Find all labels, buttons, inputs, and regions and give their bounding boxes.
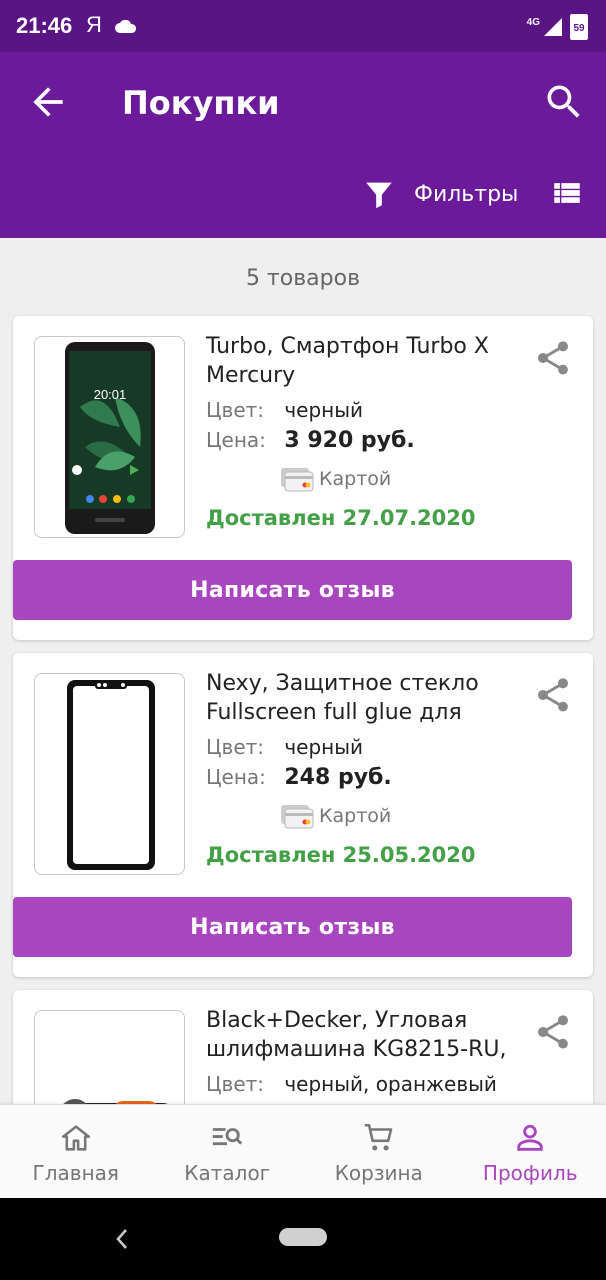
color-label: Цвет: (206, 398, 265, 422)
nav-profile-label: Профиль (482, 1161, 578, 1185)
share-button[interactable] (533, 675, 573, 715)
card-payment-icon (281, 805, 314, 829)
card-payment-icon (281, 468, 314, 492)
thumb-clock: 20:01 (94, 387, 127, 402)
home-icon (61, 1125, 90, 1151)
nav-catalog-label: Каталог (184, 1161, 271, 1185)
back-button[interactable] (26, 80, 70, 124)
nav-profile[interactable]: Профиль (455, 1105, 606, 1198)
arrow-back-icon (33, 87, 63, 117)
share-button[interactable] (533, 1012, 573, 1052)
color-value: черный (284, 398, 364, 422)
color-value: черный (284, 735, 364, 759)
page-title: Покупки (122, 84, 280, 122)
filter-icon (366, 182, 392, 209)
system-back-button[interactable] (110, 1224, 134, 1254)
purchase-card: Nexy, Защитное стекло Fullscreen full gl… (13, 653, 593, 977)
signal-icon (544, 18, 562, 36)
color-label: Цвет: (206, 735, 265, 759)
write-review-button[interactable]: Написать отзыв (13, 560, 572, 620)
color-value: черный, оранжевый (284, 1072, 497, 1096)
price-row: Цена: 248 руб. (206, 765, 392, 790)
system-home-button[interactable] (279, 1228, 327, 1246)
status-icons: 4G 59 (527, 14, 588, 40)
nav-cart[interactable]: Корзина (303, 1105, 455, 1198)
price-label: Цена: (206, 428, 266, 452)
purchase-card: 20:01 Turbo, Смартфон Turbo X Mercury Цв… (13, 316, 593, 640)
delivery-status: Доставлен 27.07.2020 (206, 506, 476, 530)
network-type: 4G (526, 16, 540, 28)
filter-label: Фильтры (414, 181, 519, 207)
payment-label: Картой (319, 805, 392, 827)
view-mode-button[interactable] (550, 176, 584, 210)
payment-method: Картой (279, 466, 391, 492)
system-navigation-bar (0, 1198, 606, 1280)
color-row: Цвет: черный (206, 735, 363, 759)
cart-icon (364, 1123, 393, 1151)
price-value: 3 920 руб. (284, 428, 415, 453)
status-yandex-letter: Я (86, 12, 102, 37)
chevron-left-icon (116, 1229, 127, 1249)
delivery-status: Доставлен 25.05.2020 (206, 843, 476, 867)
smartphone-image: 20:01 (65, 342, 155, 534)
product-image-screen-protector[interactable] (34, 673, 185, 875)
person-icon (517, 1124, 543, 1151)
color-label: Цвет: (206, 1072, 265, 1096)
search-button[interactable] (542, 80, 586, 124)
product-name[interactable]: Nexy, Защитное стекло Fullscreen full gl… (206, 669, 516, 727)
filter-button[interactable]: Фильтры (362, 172, 518, 216)
screen-protector-image (67, 680, 155, 870)
price-value: 248 руб. (284, 765, 392, 790)
color-row: Цвет: черный, оранжевый (206, 1072, 497, 1096)
share-icon (538, 678, 568, 712)
items-count: 5 товаров (245, 266, 361, 291)
payment-label: Картой (319, 468, 392, 490)
share-button[interactable] (533, 338, 573, 378)
payment-method: Картой (279, 803, 391, 829)
color-row: Цвет: черный (206, 398, 363, 422)
bottom-navigation: Главная Каталог Корзина Профиль (0, 1104, 606, 1198)
status-time: 21:46 (16, 13, 73, 38)
price-row: Цена: 3 920 руб. (206, 428, 415, 453)
share-icon (538, 341, 568, 375)
nav-home-label: Главная (32, 1161, 119, 1185)
nav-cart-label: Корзина (334, 1161, 423, 1185)
write-review-button[interactable]: Написать отзыв (13, 897, 572, 957)
status-yandex-indicator: Я (86, 12, 138, 38)
product-name[interactable]: Turbo, Смартфон Turbo X Mercury (206, 332, 516, 390)
product-name[interactable]: Black+Decker, Угловая шлифмашина KG8215-… (206, 1006, 516, 1064)
cloud-icon (115, 20, 137, 34)
battery-icon: 59 (570, 14, 588, 40)
catalog-search-icon (213, 1128, 243, 1146)
product-image-smartphone[interactable]: 20:01 (34, 336, 185, 538)
status-bar: 21:46 Я 4G 59 (0, 0, 606, 52)
share-icon (538, 1015, 568, 1049)
nav-catalog[interactable]: Каталог (152, 1105, 304, 1198)
app-bar: Покупки Фильтры (0, 52, 606, 238)
search-icon (547, 85, 580, 118)
battery-level: 59 (573, 23, 585, 34)
list-view-icon (554, 183, 580, 203)
nav-home[interactable]: Главная (0, 1105, 152, 1198)
price-label: Цена: (206, 765, 266, 789)
